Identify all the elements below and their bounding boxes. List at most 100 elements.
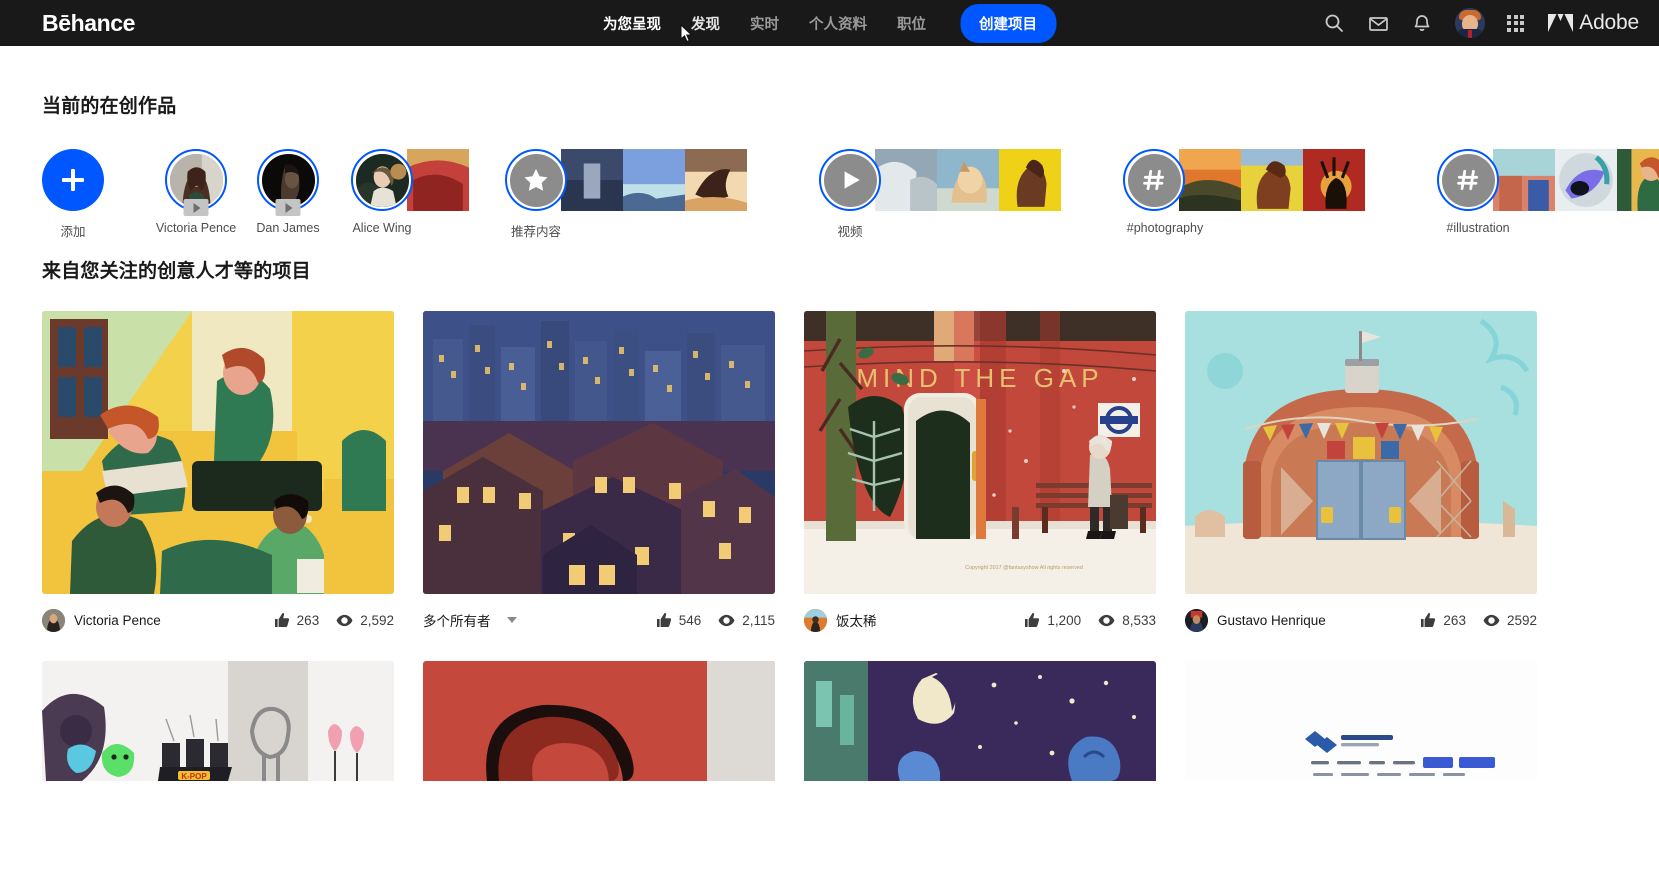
story-thumbnail-strip[interactable] xyxy=(1179,149,1365,211)
story-label: Victoria Pence xyxy=(155,221,237,235)
story-featured[interactable]: 推荐内容 xyxy=(505,149,747,239)
project-card-footer: Gustavo Henrique 263 2592 xyxy=(1185,607,1537,633)
project-thumbnail[interactable] xyxy=(423,311,775,594)
avatar xyxy=(1185,608,1208,632)
project-thumbnail[interactable] xyxy=(1185,661,1537,781)
stories-section-title: 当前的在创作品 xyxy=(42,96,177,117)
search-icon[interactable] xyxy=(1323,12,1345,34)
story-label: #illustration xyxy=(1446,221,1510,235)
story-thumb xyxy=(1303,149,1365,211)
story-thumb xyxy=(937,149,999,211)
project-thumbnail[interactable] xyxy=(804,661,1156,781)
hash-icon xyxy=(1441,153,1495,207)
story-ring[interactable] xyxy=(351,149,413,211)
app-grid-icon[interactable] xyxy=(1507,14,1525,32)
stories-row: 添加 Victoria Pence Dan James Alice Wing 推… xyxy=(42,149,1659,239)
multiple-owners-dropdown[interactable]: 多个所有者 xyxy=(423,610,517,630)
user-avatar[interactable] xyxy=(1455,8,1486,38)
views-count: 8,533 xyxy=(1122,612,1156,628)
likes-count: 263 xyxy=(296,612,320,628)
project-stats: 546 2,115 xyxy=(656,612,775,629)
project-thumbnail[interactable] xyxy=(42,311,394,594)
story-ring[interactable] xyxy=(1123,149,1185,211)
owner-name: 饭太稀 xyxy=(836,614,877,629)
create-project-button[interactable]: 创建项目 xyxy=(960,3,1056,43)
project-card: 多个所有者 546 2,115 xyxy=(423,311,775,633)
story-ring[interactable] xyxy=(819,149,881,211)
owner-name: Victoria Pence xyxy=(74,612,161,628)
owner-name: Gustavo Henrique xyxy=(1217,612,1326,628)
project-stats: 263 2592 xyxy=(1420,612,1537,629)
story-thumb xyxy=(1555,149,1617,211)
project-card-footer: 多个所有者 546 2,115 xyxy=(423,607,775,633)
story-ring[interactable] xyxy=(1437,149,1499,211)
projects-section-title: 来自您关注的创意人才等的项目 xyxy=(42,261,311,282)
project-card-footer: 饭太稀 1,200 8,533 xyxy=(804,607,1156,633)
chevron-down-icon[interactable] xyxy=(506,617,517,623)
likes-stat: 263 xyxy=(274,612,320,628)
add-story-button[interactable] xyxy=(42,149,104,211)
story-hashtag-photography[interactable]: #photography xyxy=(1123,149,1365,235)
story-ring[interactable] xyxy=(505,149,567,211)
nav-item-live[interactable]: 实时 xyxy=(750,13,779,34)
projects-grid: Victoria Pence 263 2,592 多个所有者 546 2,115… xyxy=(42,311,1617,633)
behance-logo[interactable]: Bēhance xyxy=(42,10,135,37)
project-stats: 263 2,592 xyxy=(274,612,394,629)
story-thumbnail-strip[interactable] xyxy=(407,149,469,211)
story-add[interactable]: 添加 xyxy=(42,149,104,239)
likes-count: 263 xyxy=(1443,612,1466,628)
views-stat: 2,592 xyxy=(336,612,394,629)
nav-right-actions: Adobe xyxy=(1323,0,1643,46)
views-count: 2,115 xyxy=(742,612,775,628)
story-video[interactable]: 视频 xyxy=(819,149,1061,239)
story-thumb xyxy=(623,149,685,211)
story-thumb xyxy=(999,149,1061,211)
story-thumb xyxy=(875,149,937,211)
story-label: 推荐内容 xyxy=(510,225,561,239)
bell-icon[interactable] xyxy=(1411,12,1433,34)
views-count: 2592 xyxy=(1506,612,1537,628)
views-stat: 8,533 xyxy=(1098,612,1156,629)
project-card: Victoria Pence 263 2,592 xyxy=(42,311,394,633)
project-owner[interactable]: Gustavo Henrique xyxy=(1185,608,1326,632)
story-alice-wing[interactable]: Alice Wing xyxy=(351,149,469,235)
story-label: 添加 xyxy=(60,225,86,239)
story-avatar xyxy=(355,153,409,207)
nav-item-for-you[interactable]: 为您呈现 xyxy=(603,13,661,34)
project-card-footer: Victoria Pence 263 2,592 xyxy=(42,607,394,633)
story-thumb xyxy=(561,149,623,211)
story-thumb xyxy=(1179,149,1241,211)
project-thumbnail[interactable] xyxy=(1185,311,1537,594)
project-owner[interactable]: 饭太稀 xyxy=(804,608,877,632)
adobe-logo[interactable]: Adobe xyxy=(1548,11,1639,35)
story-thumbnail-strip[interactable] xyxy=(561,149,747,211)
story-thumb xyxy=(1617,149,1659,211)
views-stat: 2592 xyxy=(1483,612,1537,629)
story-thumb xyxy=(407,149,469,211)
svg-text:K-POP: K-POP xyxy=(181,772,207,781)
project-owner[interactable]: Victoria Pence xyxy=(42,608,161,632)
story-label: 视频 xyxy=(837,225,863,239)
story-label: #photography xyxy=(1126,221,1204,235)
projects-grid-row-2: K-POP xyxy=(42,661,1617,781)
project-thumbnail[interactable]: K-POP xyxy=(42,661,394,781)
nav-item-profile[interactable]: 个人资料 xyxy=(809,13,867,34)
story-label: Alice Wing xyxy=(352,221,412,235)
story-thumbnail-strip[interactable] xyxy=(1493,149,1659,211)
main-nav-links: 为您呈现 发现 实时 个人资料 职位 创建项目 xyxy=(603,0,1056,46)
story-label: Dan James xyxy=(256,221,320,235)
likes-count: 1,200 xyxy=(1047,612,1082,628)
project-thumbnail[interactable] xyxy=(423,661,775,781)
nav-item-jobs[interactable]: 职位 xyxy=(897,13,926,34)
story-victoria-pence[interactable]: Victoria Pence xyxy=(156,149,236,235)
hash-icon xyxy=(1127,153,1181,207)
story-play-badge xyxy=(275,199,301,216)
project-thumbnail[interactable]: MIND THE GAP Copyright 2017 @fantasyshow… xyxy=(804,311,1156,594)
story-thumbnail-strip[interactable] xyxy=(875,149,1061,211)
adobe-wordmark: Adobe xyxy=(1579,11,1639,34)
story-hashtag-illustration[interactable]: #illustration xyxy=(1437,149,1659,235)
mail-icon[interactable] xyxy=(1367,12,1389,34)
story-dan-james[interactable]: Dan James xyxy=(256,149,320,235)
nav-item-discover[interactable]: 发现 xyxy=(691,13,720,34)
project-card: MIND THE GAP Copyright 2017 @fantasyshow… xyxy=(804,311,1156,633)
